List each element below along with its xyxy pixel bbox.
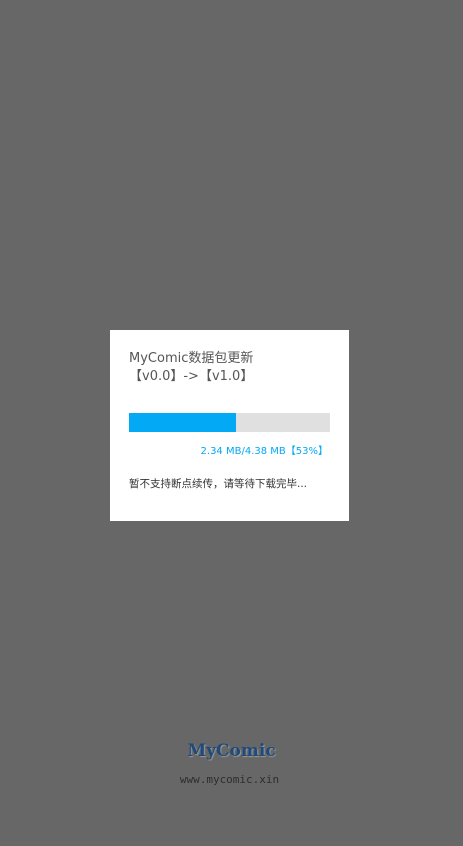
update-dialog: MyComic数据包更新 【v0.0】->【v1.0】 2.34 MB/4.38… — [110, 330, 349, 521]
version-change-label: 【v0.0】->【v1.0】 — [129, 369, 254, 384]
mycomic-logo: MyComic — [187, 741, 276, 761]
download-progress-fill — [129, 413, 236, 432]
website-url: www.mycomic.xin — [179, 773, 280, 786]
download-progress-text: 2.34 MB/4.38 MB【53%】 — [200, 446, 328, 457]
download-progress-bar — [129, 413, 330, 432]
resume-unsupported-note: 暂不支持断点续传，请等待下载完毕... — [129, 478, 308, 490]
dialog-title: MyComic数据包更新 — [129, 351, 254, 366]
